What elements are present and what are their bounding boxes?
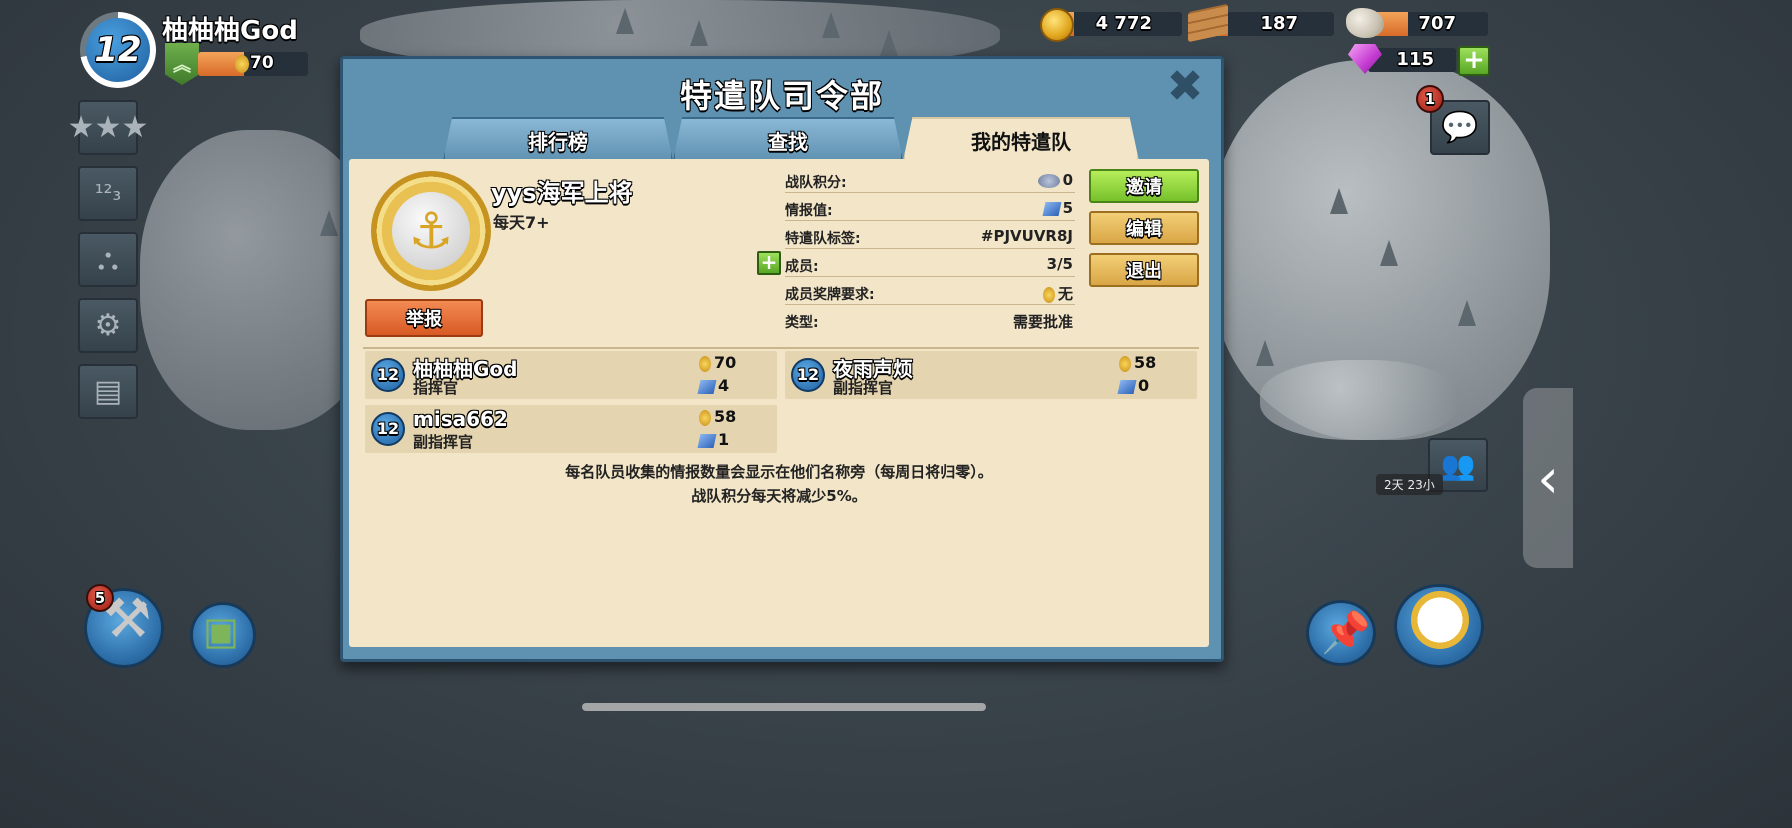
member-role: 指挥官: [413, 379, 459, 397]
info-value: 0: [1062, 171, 1073, 189]
treasure-button[interactable]: ▣: [190, 602, 256, 668]
edit-button[interactable]: 编辑: [1089, 211, 1199, 245]
info-label: 成员:: [785, 259, 819, 275]
section-divider: [363, 347, 1199, 349]
compass-button[interactable]: [1394, 584, 1484, 668]
player-medal-count: 70: [250, 53, 274, 73]
info-label: 特遣队标签:: [785, 231, 861, 247]
diamond-value: 115: [1396, 49, 1434, 70]
chat-notification-badge: 1: [1416, 85, 1444, 113]
map-button[interactable]: 📌: [1306, 600, 1376, 666]
member-name: misa662: [413, 407, 508, 431]
newspaper-icon[interactable]: ▤: [78, 364, 138, 419]
medal-icon: [699, 355, 711, 372]
close-icon[interactable]: ✖: [1165, 65, 1205, 109]
side-panel-toggle[interactable]: ‹: [1523, 388, 1573, 568]
map-pin-icon: 📌: [1321, 610, 1371, 656]
invite-button[interactable]: 邀请: [1089, 169, 1199, 203]
task-force-dialog: 特遣队司令部 ✖ 排行榜 查找 我的特遣队 ⚓ 举报 yys海军上将 每天7+ …: [340, 56, 1224, 662]
tab-my-task-force[interactable]: 我的特遣队: [903, 117, 1139, 161]
rank-chevron-icon: ︽: [165, 43, 199, 85]
player-level-badge[interactable]: 12: [80, 12, 156, 88]
info-row-medal-requirement: 成员奖牌要求: 无: [785, 281, 1075, 305]
stone-value: 707: [1418, 13, 1456, 34]
compass-icon: [1411, 591, 1469, 649]
stars-icon[interactable]: ★★★: [68, 100, 148, 155]
tab-leaderboard[interactable]: 排行榜: [443, 117, 673, 161]
add-diamonds-button[interactable]: +: [1458, 46, 1490, 76]
info-row-type: 类型: 需要批准: [785, 309, 1075, 333]
member-intel: 0: [1138, 376, 1150, 395]
leaderboard-icon[interactable]: ¹²₃: [78, 166, 138, 221]
member-role: 副指挥官: [833, 379, 894, 397]
info-label: 情报值:: [785, 203, 833, 219]
gold-coin-icon: [1040, 8, 1074, 42]
intel-icon: [697, 433, 717, 448]
treasure-chest-icon: ▣: [203, 609, 239, 653]
settings-icon[interactable]: ⚙: [78, 298, 138, 353]
add-member-button[interactable]: +: [757, 251, 781, 275]
info-row-tag: 特遣队标签: #PJVUVR8J: [785, 225, 1075, 249]
leave-button[interactable]: 退出: [1089, 253, 1199, 287]
dialog-title: 特遣队司令部: [679, 77, 884, 115]
intel-note: 每名队员收集的情报数量会显示在他们名称旁（每周日将归零）。: [565, 463, 993, 481]
medal-icon: [699, 409, 711, 426]
intel-icon: [697, 379, 717, 394]
info-value: 5: [1062, 199, 1073, 217]
info-row-intel: 情报值: 5: [785, 197, 1075, 221]
stone-icon: [1346, 8, 1384, 38]
intel-icon: [1042, 201, 1062, 216]
medal-icon: [1042, 286, 1055, 303]
info-value: 需要批准: [1012, 313, 1073, 331]
member-card[interactable]: 12 柚柚柚God 指挥官 70 4: [365, 351, 777, 399]
wood-icon: [1188, 3, 1228, 43]
member-role: 副指挥官: [413, 433, 474, 451]
home-indicator[interactable]: [582, 703, 986, 711]
member-level-badge: 12: [371, 358, 405, 392]
member-card[interactable]: 12 misa662 副指挥官 58 1: [365, 405, 777, 453]
info-row-members: 成员: 3/5: [785, 253, 1075, 277]
report-button[interactable]: 举报: [365, 299, 483, 337]
victory-points-icon: [1037, 173, 1060, 188]
task-force-name: yys海军上将: [491, 179, 633, 207]
medal-icon: [1119, 355, 1131, 372]
points-decay-note: 战队积分每天将减少5%。: [691, 487, 867, 505]
gold-value: 4 772: [1095, 13, 1152, 34]
build-notification-badge: 5: [86, 584, 114, 612]
member-medals: 70: [714, 353, 737, 372]
player-name: 柚柚柚God: [162, 16, 298, 46]
info-row-victory-points: 战队积分: 0: [785, 169, 1075, 193]
member-level-badge: 12: [371, 412, 405, 446]
tab-search[interactable]: 查找: [673, 117, 903, 161]
member-level-badge: 12: [791, 358, 825, 392]
chat-bubble-icon: 💬: [1441, 110, 1479, 145]
info-label: 成员奖牌要求:: [785, 287, 875, 303]
medal-icon: [235, 55, 249, 73]
intel-icon: [1117, 379, 1137, 394]
anchor-icon: ⚓: [408, 202, 454, 260]
my-task-force-panel: ⚓ 举报 yys海军上将 每天7+ 战队积分: 0 情报值: 5 特遣队标签: …: [349, 159, 1209, 647]
member-card[interactable]: 12 夜雨声烦 副指挥官 58 0: [785, 351, 1197, 399]
wood-value: 187: [1260, 13, 1298, 34]
member-medals: 58: [1134, 353, 1157, 372]
info-value: 无: [1057, 285, 1073, 303]
event-timer: 2天 23小: [1376, 474, 1443, 495]
soldiers-icon: 👥: [1440, 448, 1476, 482]
member-medals: 58: [714, 407, 737, 426]
info-label: 类型:: [785, 315, 819, 331]
member-intel: 4: [718, 376, 730, 395]
info-value: #PJVUVR8J: [980, 227, 1073, 245]
player-level-value: 12: [86, 18, 150, 82]
task-force-emblem: ⚓: [371, 171, 491, 291]
community-icon[interactable]: ⛬: [78, 232, 138, 287]
info-label: 战队积分:: [785, 175, 847, 191]
member-intel: 1: [718, 430, 730, 449]
task-force-description: 每天7+: [493, 213, 550, 232]
info-value: 3/5: [1046, 255, 1073, 273]
